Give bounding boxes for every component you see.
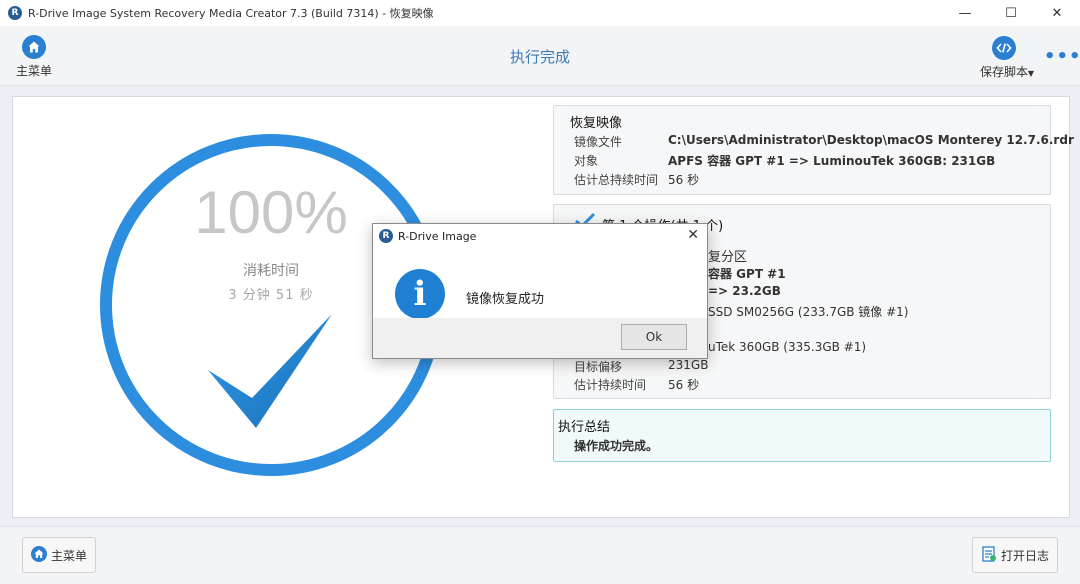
window-titlebar: R R-Drive Image System Recovery Media Cr…	[0, 0, 1080, 26]
target-disk-value: uTek 360GB (335.3GB #1)	[708, 340, 867, 354]
dialog-titlebar: R R-Drive Image	[373, 224, 707, 248]
checkmark-icon	[206, 312, 336, 435]
size-value: => 23.2GB	[708, 284, 781, 298]
dialog-message: 镜像恢复成功	[466, 292, 545, 307]
chevron-down-icon: ▼	[1027, 69, 1034, 78]
dialog-footer: Ok	[373, 318, 707, 358]
save-script-label: 保存脚本	[979, 65, 1028, 79]
page-title: 执行完成	[509, 48, 570, 66]
save-script-button[interactable]: 保存脚本 ▼	[978, 36, 1034, 80]
dialog-app-logo-icon: R	[379, 229, 393, 243]
minimize-button[interactable]: —	[942, 0, 988, 26]
estimated-total-duration-key: 估计总持续时间	[574, 173, 659, 187]
restore-success-dialog: R R-Drive Image ✕ i 镜像恢复成功 Ok	[372, 223, 708, 359]
info-icon: i	[395, 269, 445, 319]
source-disk-value: SSD SM0256G (233.7GB 镜像 #1)	[708, 305, 909, 319]
image-file-value: C:\Users\Administrator\Desktop\macOS Mon…	[668, 133, 1074, 147]
app-logo-icon: R	[8, 6, 22, 20]
estimated-duration-key: 估计持续时间	[574, 378, 647, 392]
top-toolbar: 主菜单 执行完成 保存脚本 ▼ •••	[0, 26, 1080, 86]
open-log-label: 打开日志	[1001, 548, 1050, 563]
summary-text-value: 操作成功完成。	[574, 439, 659, 453]
bottom-home-button[interactable]: 主菜单	[22, 537, 96, 573]
window-title: R-Drive Image System Recovery Media Crea…	[28, 7, 434, 20]
target-offset-key: 目标偏移	[574, 360, 623, 374]
summary-text: 操作成功完成。	[574, 437, 658, 454]
target-row: 对象 APFS 容器 GPT #1 => LuminouTek 360GB: 2…	[574, 152, 995, 169]
estimated-total-duration-row: 估计总持续时间 56 秒	[574, 171, 699, 188]
dialog-close-button[interactable]: ✕	[687, 227, 699, 243]
operation-value: 复分区	[708, 250, 748, 265]
ok-button[interactable]: Ok	[621, 324, 687, 350]
estimated-duration-value: 56 秒	[668, 378, 700, 392]
close-window-button[interactable]: ✕	[1034, 0, 1080, 26]
dialog-title: R-Drive Image	[398, 229, 477, 243]
execution-summary-card: 执行总结 操作成功完成。	[553, 409, 1051, 462]
target-offset-row: 目标偏移 231GB	[574, 358, 708, 375]
image-file-row: 镜像文件 C:\Users\Administrator\Desktop\macO…	[574, 133, 1074, 150]
summary-card-title: 执行总结	[558, 420, 611, 435]
bottom-bar: 主菜单 打开日志	[0, 526, 1080, 584]
image-file-key: 镜像文件	[574, 135, 623, 149]
source-value: 容器 GPT #1	[708, 267, 786, 281]
estimated-duration-row: 估计持续时间 56 秒	[574, 376, 699, 393]
code-icon	[992, 36, 1016, 60]
estimated-total-duration-value: 56 秒	[668, 173, 700, 187]
more-options-icon[interactable]: •••	[1044, 46, 1080, 67]
restore-card-title: 恢复映像	[570, 116, 623, 131]
open-log-button[interactable]: 打开日志	[972, 537, 1058, 573]
maximize-button[interactable]: ☐	[988, 0, 1034, 26]
restore-image-card: 恢复映像 镜像文件 C:\Users\Administrator\Desktop…	[553, 105, 1074, 195]
target-value: APFS 容器 GPT #1 => LuminouTek 360GB: 231G…	[668, 154, 996, 168]
home-icon	[31, 545, 47, 565]
window-controls: — ☐ ✕	[942, 0, 1080, 26]
target-offset-value: 231GB	[668, 358, 709, 372]
bottom-home-label: 主菜单	[51, 548, 88, 563]
target-key: 对象	[574, 154, 599, 168]
log-file-icon	[981, 545, 997, 565]
